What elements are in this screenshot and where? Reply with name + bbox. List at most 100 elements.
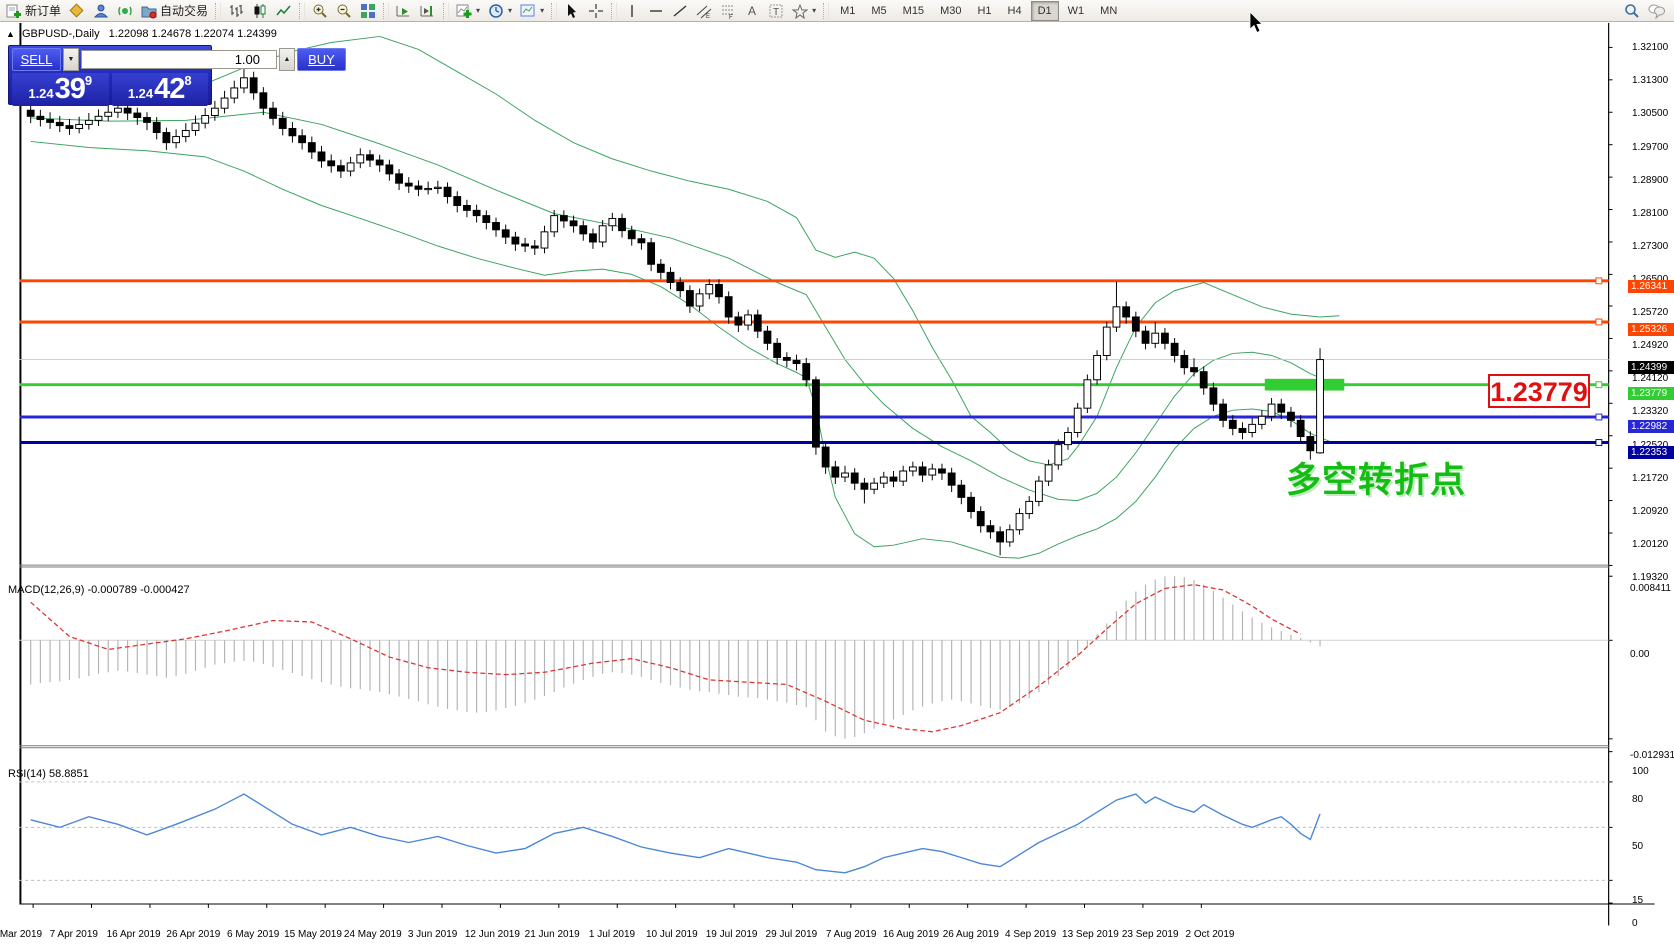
zoom-out-button[interactable] (332, 0, 356, 22)
price-axis-tick-label: 1.29700 (1632, 142, 1668, 153)
sell-price-pips: 39 (55, 75, 85, 104)
toolbar-group (224, 0, 296, 22)
timeframe-m1-button[interactable]: M1 (833, 1, 862, 21)
zoom-in-button[interactable] (308, 0, 332, 22)
level-handle[interactable] (1596, 382, 1602, 388)
rsi-axis-tick-label: 15 (1632, 895, 1643, 906)
price-axis-tick-label: 1.25720 (1632, 307, 1668, 318)
level-handle[interactable] (1596, 414, 1602, 420)
fibonacci-tool-button[interactable]: F (716, 0, 740, 22)
toolbar-group (392, 0, 440, 22)
zoom-out-icon (336, 3, 352, 19)
svg-text:T: T (773, 7, 779, 18)
buy-price-display[interactable]: 1.24 42 8 (112, 73, 209, 106)
volume-decrease-button[interactable]: ▼ (63, 48, 79, 71)
label-tool-button[interactable]: T (764, 0, 788, 22)
timeframe-toolbar: M1M5M15M30H1H4D1W1MN (832, 0, 1125, 22)
bar-chart-style-button[interactable] (224, 0, 248, 22)
price-axis-tick-label: 1.28900 (1632, 175, 1668, 186)
new-order-icon (6, 3, 22, 19)
volume-increase-button[interactable]: ▲ (279, 48, 295, 71)
chart-shift-button[interactable] (416, 0, 440, 22)
buy-price-pips: 42 (154, 75, 184, 104)
timeframe-h1-button[interactable]: H1 (970, 1, 998, 21)
timeframe-w1-button[interactable]: W1 (1061, 1, 1092, 21)
dropdown-caret-icon[interactable]: ▾ (812, 6, 816, 15)
tile-windows-button[interactable] (356, 0, 380, 22)
textT-icon: T (768, 3, 784, 19)
volume-input[interactable] (81, 50, 277, 69)
price-level-badge: 1.26341 (1628, 280, 1674, 293)
buy-button[interactable]: BUY (297, 48, 346, 71)
zoom-in-icon (312, 3, 328, 19)
crosshair-tool-button[interactable] (584, 0, 608, 22)
channel-tool-button[interactable]: E (692, 0, 716, 22)
autotrade-button[interactable]: 自动交易 (137, 0, 212, 22)
fibo-icon: F (720, 3, 736, 19)
autotrade-button-label: 自动交易 (160, 2, 208, 19)
chart-ohlc-values: 1.22098 1.24678 1.22074 1.24399 (109, 28, 277, 40)
clock-icon (488, 3, 504, 19)
sell-price-display[interactable]: 1.24 39 9 (12, 73, 109, 106)
price-axis-tick-label: 1.32100 (1632, 42, 1668, 53)
new-order-button[interactable]: 新订单 (2, 0, 65, 22)
timeframe-m30-button[interactable]: M30 (933, 1, 968, 21)
dropdown-caret-icon[interactable]: ▾ (540, 6, 544, 15)
dropdown-caret-icon[interactable]: ▾ (508, 6, 512, 15)
sell-button[interactable]: SELL (12, 48, 61, 71)
cursor-tool-button[interactable] (560, 0, 584, 22)
price-axis-tick-label: 1.20120 (1632, 539, 1668, 550)
dropdown-caret-icon[interactable]: ▾ (476, 6, 480, 15)
toolbar-group (308, 0, 380, 22)
timeframe-h4-button[interactable]: H4 (1001, 1, 1029, 21)
chart-shift-icon (420, 3, 436, 19)
timeframe-m15-button[interactable]: M15 (896, 1, 931, 21)
search-button[interactable] (1620, 0, 1644, 22)
auto-scroll-button[interactable] (392, 0, 416, 22)
market-watch-icon (93, 3, 109, 19)
shapes-icon (792, 3, 808, 19)
macd-axis-tick-label: 0.008411 (1630, 583, 1671, 594)
bollinger-lower-band (31, 141, 1330, 558)
macd-signal-line (31, 585, 1301, 732)
level-handle[interactable] (1596, 319, 1602, 325)
level-handle[interactable] (1596, 278, 1602, 284)
indicator-list-button[interactable] (65, 0, 89, 22)
market-watch-button[interactable] (89, 0, 113, 22)
chart-title: ▲ GBPUSD-,Daily 1.22098 1.24678 1.22074 … (6, 28, 277, 40)
signals-button[interactable] (113, 0, 137, 22)
macd-axis-tick-label: -0.012931 (1630, 750, 1674, 761)
candlestick-style-button[interactable] (248, 0, 272, 22)
toolbar-group: 新订单 自动交易 (2, 0, 212, 22)
price-annotation-box[interactable]: 1.23779 (1488, 374, 1590, 408)
price-level-badge: 1.23779 (1628, 387, 1674, 400)
turning-point-annotation: 多空转折点 (1286, 452, 1466, 503)
search-icon (1624, 3, 1640, 19)
trendline-tool-button[interactable] (668, 0, 692, 22)
templates-button[interactable]: ▾ (516, 0, 548, 22)
collapse-panel-icon[interactable]: ▲ (6, 29, 15, 39)
toolbar-separator (299, 3, 305, 19)
price-axis-tick-label: 1.20920 (1632, 506, 1668, 517)
highlight-zone[interactable] (1265, 379, 1344, 391)
toolbar-separator (551, 3, 557, 19)
chat-button[interactable] (1644, 0, 1670, 22)
periods-button[interactable]: ▾ (484, 0, 516, 22)
horizontal-line-tool-button[interactable] (644, 0, 668, 22)
price-axis-tick-label: 1.23320 (1632, 406, 1668, 417)
candles-icon (252, 3, 268, 19)
vertical-line-tool-button[interactable] (620, 0, 644, 22)
current-price-badge: 1.24399 (1628, 361, 1674, 374)
add-indicator-button[interactable]: ▾ (452, 0, 484, 22)
timeframe-d1-button[interactable]: D1 (1031, 1, 1059, 21)
timeframe-m5-button[interactable]: M5 (864, 1, 893, 21)
shapes-tool-button[interactable]: ▾ (788, 0, 820, 22)
chart-symbol-period: GBPUSD-,Daily (22, 28, 100, 40)
level-handle[interactable] (1596, 440, 1602, 446)
sell-price-point: 9 (85, 74, 92, 87)
timeframe-mn-button[interactable]: MN (1093, 1, 1124, 21)
price-axis-tick-label: 1.24920 (1632, 340, 1668, 351)
text-tool-button[interactable]: A (740, 0, 764, 22)
crosshair-icon (588, 3, 604, 19)
line-chart-style-button[interactable] (272, 0, 296, 22)
